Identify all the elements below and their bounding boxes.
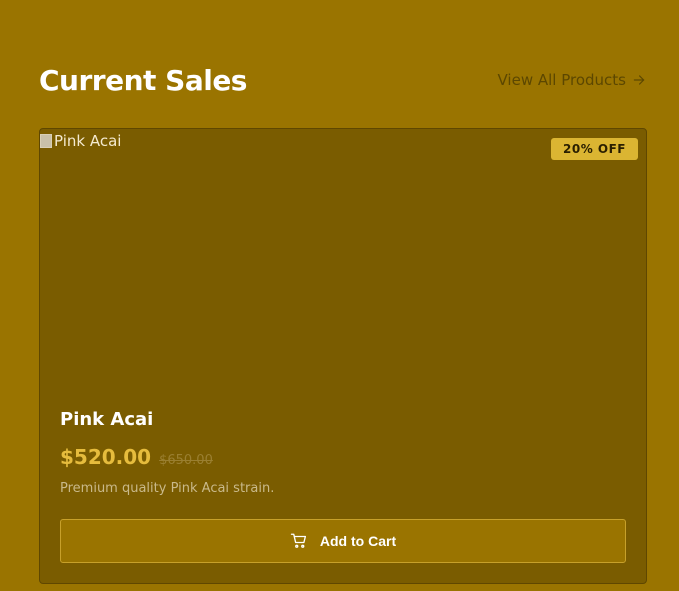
broken-image-icon (40, 134, 52, 148)
price-row: $520.00 $650.00 (60, 445, 213, 469)
view-all-label: View All Products (497, 71, 627, 89)
section-header: Current Sales View All Products (39, 58, 646, 102)
add-to-cart-button[interactable]: Add to Cart (60, 519, 626, 563)
product-name[interactable]: Pink Acai (60, 409, 153, 430)
sale-price: $520.00 (60, 445, 152, 469)
page: Current Sales View All Products Pink Aca… (0, 0, 679, 591)
product-image[interactable]: Pink Acai 20% OFF (40, 129, 646, 399)
view-all-products-link[interactable]: View All Products (498, 71, 647, 89)
original-price: $650.00 (159, 453, 213, 468)
arrow-right-icon (633, 75, 645, 85)
product-description: Premium quality Pink Acai strain. (60, 481, 275, 496)
section-title: Current Sales (39, 63, 247, 97)
discount-badge: 20% OFF (551, 138, 638, 160)
add-to-cart-label: Add to Cart (319, 533, 397, 549)
product-card: Pink Acai 20% OFF Pink Acai $520.00 $650… (39, 128, 647, 584)
product-image-alt: Pink Acai (54, 132, 122, 150)
cart-icon (290, 533, 306, 548)
broken-image-placeholder: Pink Acai (40, 132, 121, 150)
